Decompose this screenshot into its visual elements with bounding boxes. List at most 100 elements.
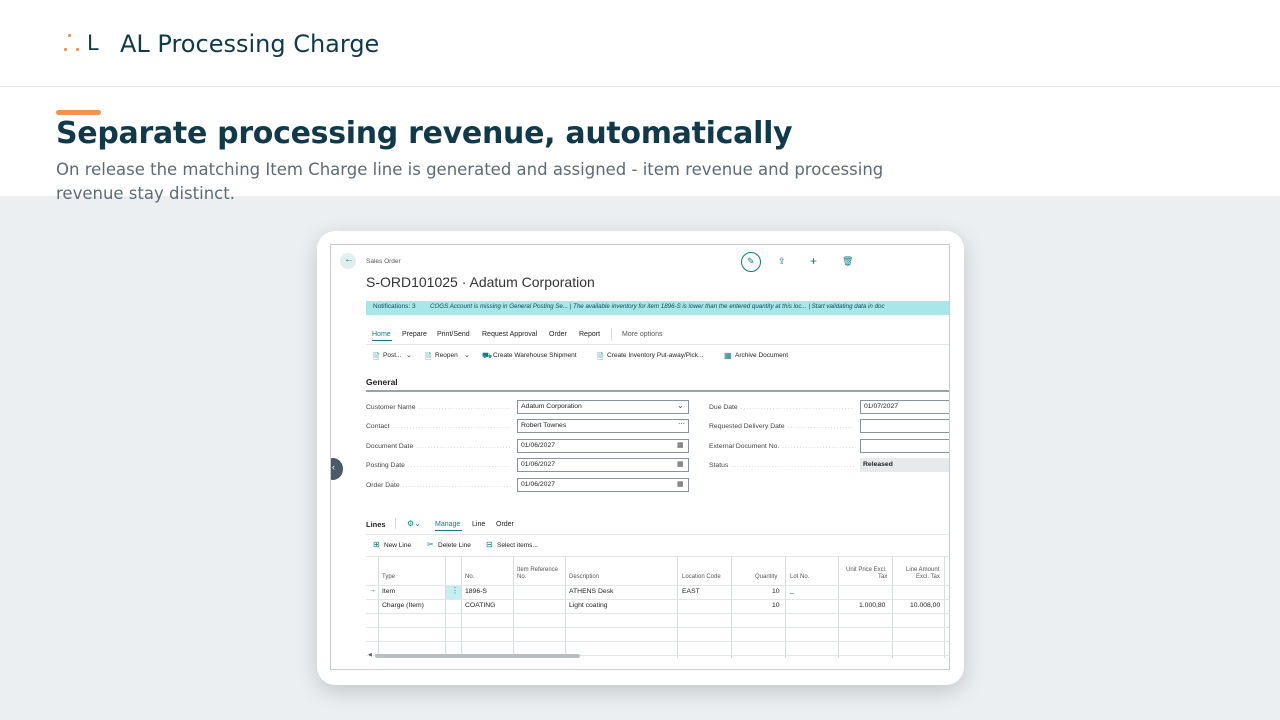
external-document-no-label: External Document No.	[709, 443, 854, 450]
chevron-left-icon: ‹	[332, 462, 335, 472]
delete-icon[interactable]: 🗑	[842, 256, 853, 267]
customer-name-field[interactable]: Adatum Corporation	[517, 400, 689, 414]
grid-col-line	[838, 556, 839, 658]
new-line-icon: ⊞	[373, 540, 380, 549]
chevron-down-icon[interactable]: ⌄	[406, 351, 412, 359]
customer-name-label: Customer Name	[366, 404, 511, 411]
horizontal-scrollbar[interactable]	[375, 654, 580, 658]
add-icon[interactable]: +	[810, 254, 817, 268]
requested-delivery-date-label: Requested Delivery Date	[709, 423, 854, 430]
tab-home[interactable]: Home	[372, 331, 391, 338]
document-date-label: Document Date	[366, 443, 511, 450]
back-arrow-icon: ←	[344, 254, 354, 265]
row2-line-amount[interactable]: 10.008,00	[910, 602, 940, 609]
col-header-lot-no[interactable]: Lot No.	[790, 574, 809, 581]
select-items-icon: ⊟	[486, 540, 493, 549]
row1-no[interactable]: 1896-S	[465, 588, 487, 595]
menu-divider	[611, 328, 612, 341]
scroll-left-icon[interactable]: ◀	[368, 652, 372, 658]
due-date-field[interactable]: 01/07/2027	[860, 400, 949, 414]
select-items-button[interactable]: Select items...	[497, 542, 538, 549]
document-date-field[interactable]: 01/06/2027	[517, 439, 689, 453]
status-label: Status	[709, 462, 854, 469]
accent-bar	[56, 110, 101, 115]
grid-col-line	[565, 556, 566, 658]
row1-lot[interactable]: _	[790, 587, 794, 594]
status-value: Released	[860, 458, 949, 472]
col-header-type[interactable]: Type	[382, 574, 395, 581]
post-icon: 🗎	[373, 352, 380, 361]
create-warehouse-shipment-button[interactable]: Create Warehouse Shipment	[493, 352, 577, 359]
contact-label: Contact	[366, 423, 511, 430]
reopen-button[interactable]: Reopen	[435, 352, 458, 359]
grid-row-line	[366, 599, 949, 600]
lines-tab-line[interactable]: Line	[472, 521, 485, 528]
delete-line-button[interactable]: Delete Line	[438, 542, 471, 549]
lines-title[interactable]: Lines	[366, 520, 386, 529]
col-header-unit-price[interactable]: Unit Price Excl.	[846, 567, 887, 574]
row2-quantity[interactable]: 10	[772, 602, 780, 609]
col-header-line-amount-excl[interactable]: Excl. Tax	[916, 574, 940, 581]
archive-document-button[interactable]: Archive Document	[735, 352, 788, 359]
lines-tools-icon[interactable]: ⚙⌄	[407, 519, 421, 528]
col-header-no[interactable]: No.	[465, 574, 474, 581]
requested-delivery-date-field[interactable]	[860, 419, 949, 433]
row-selected-arrow-icon: →	[369, 587, 376, 594]
chevron-down-icon[interactable]: ⌄	[677, 401, 684, 410]
create-inventory-putaway-button[interactable]: Create Inventory Put-away/Pick...	[607, 352, 703, 359]
lines-grid: Type No. Item Reference No. Description …	[366, 556, 949, 658]
col-header-item-reference[interactable]: Item Reference	[517, 567, 558, 574]
putaway-icon: 🗎	[597, 352, 604, 361]
lines-tab-separator	[366, 534, 949, 535]
contact-field[interactable]: Robert Townes	[517, 419, 689, 433]
tab-home-underline	[372, 340, 392, 341]
sales-order-screen: ← Sales Order S-ORD101025 · Adatum Corpo…	[330, 244, 950, 670]
chevron-down-icon[interactable]: ⌄	[464, 351, 470, 359]
calendar-icon[interactable]: ▦	[677, 441, 684, 449]
tab-report[interactable]: Report	[579, 331, 600, 338]
row2-unit-price[interactable]: 1.000,80	[859, 602, 885, 609]
posting-date-label: Posting Date	[366, 462, 511, 469]
lines-tab-manage[interactable]: Manage	[435, 521, 460, 528]
order-date-label: Order Date	[366, 482, 511, 489]
row1-type[interactable]: Item	[382, 588, 395, 595]
col-header-item-reference-no[interactable]: No.	[517, 574, 526, 581]
due-date-label: Due Date	[709, 404, 854, 411]
kebab-icon: ⋮	[451, 586, 459, 595]
tab-print-send[interactable]: Print/Send	[437, 331, 470, 338]
more-options[interactable]: More options	[622, 331, 662, 338]
calendar-icon[interactable]: ▦	[677, 480, 684, 488]
col-header-quantity[interactable]: Quantity	[755, 574, 777, 581]
notifications-count[interactable]: Notifications: 3	[373, 303, 416, 310]
new-line-button[interactable]: New Line	[384, 542, 411, 549]
row2-description[interactable]: Light coating	[569, 602, 608, 609]
calendar-icon[interactable]: ▦	[677, 460, 684, 468]
post-button[interactable]: Post...	[383, 352, 401, 359]
row2-type[interactable]: Charge (Item)	[382, 602, 424, 609]
hero-subline: On release the matching Item Charge line…	[56, 160, 884, 203]
notifications-text[interactable]: COGS Account is missing in General Posti…	[430, 303, 885, 310]
grid-col-line	[513, 556, 514, 658]
tab-request-approval[interactable]: Request Approval	[482, 331, 537, 338]
general-section-title[interactable]: General	[366, 377, 398, 387]
lines-tab-manage-underline	[435, 530, 462, 531]
row1-description[interactable]: ATHENS Desk	[569, 588, 613, 595]
brand-logo: L	[62, 30, 102, 58]
col-header-line-amount[interactable]: Line Amount	[906, 567, 939, 574]
lines-tab-order[interactable]: Order	[496, 521, 514, 528]
posting-date-field[interactable]: 01/06/2027	[517, 458, 689, 472]
grid-row-line	[366, 613, 949, 614]
row2-no[interactable]: COATING	[465, 602, 495, 609]
tab-order[interactable]: Order	[549, 331, 567, 338]
row1-quantity[interactable]: 10	[772, 588, 780, 595]
col-header-location-code[interactable]: Location Code	[682, 574, 721, 581]
tab-prepare[interactable]: Prepare	[402, 331, 427, 338]
col-header-description[interactable]: Description	[569, 574, 599, 581]
order-date-field[interactable]: 01/06/2027	[517, 478, 689, 492]
external-document-no-field[interactable]	[860, 439, 949, 453]
share-icon[interactable]: ⇪	[778, 256, 786, 267]
ellipsis-icon[interactable]: ⋯	[678, 420, 685, 428]
grid-row-line	[366, 641, 949, 642]
col-header-unit-price-tax[interactable]: Tax	[878, 574, 887, 581]
row1-location[interactable]: EAST	[682, 588, 700, 595]
